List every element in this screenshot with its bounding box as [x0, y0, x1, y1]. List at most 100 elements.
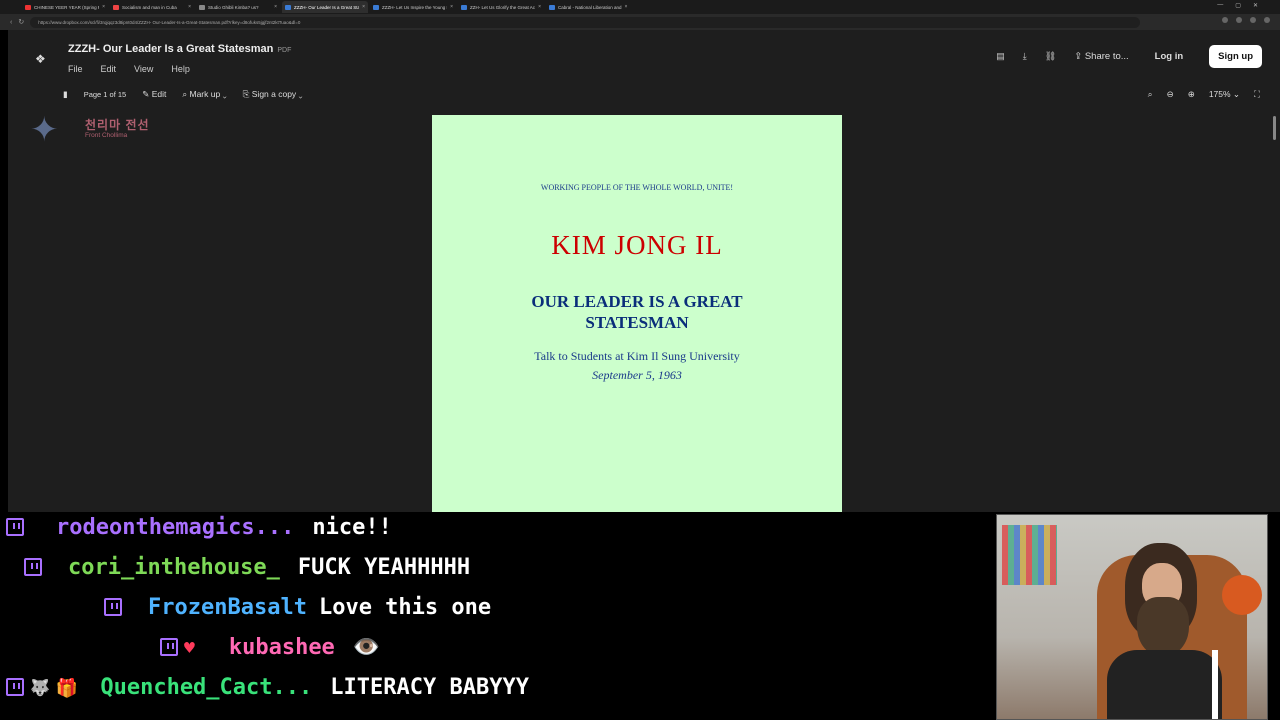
browser-tab[interactable]: Studio Ghibli Kimba? us? ×	[196, 1, 280, 13]
extension-icon[interactable]	[1264, 17, 1270, 23]
download-icon[interactable]: ⤓	[1023, 51, 1027, 62]
menu-help[interactable]: Help	[171, 64, 190, 74]
fullscreen-icon[interactable]: ⛶	[1254, 89, 1260, 100]
menu-view[interactable]: View	[134, 64, 153, 74]
tab-favicon-icon	[373, 4, 379, 10]
tab-close-icon[interactable]: ×	[538, 4, 541, 10]
gift-badge-icon: 🎁	[55, 678, 79, 699]
top-actions: ▤ ⤓ ⛓ ⇪ Share to... Log in Sign up	[996, 45, 1262, 68]
chat-username: rodeonthemagics...	[56, 514, 295, 540]
extension-icon[interactable]	[1236, 17, 1242, 23]
extension-icon[interactable]	[1250, 17, 1256, 23]
chat-message: cori_inthehouse_ FUCK YEAHHHHH	[24, 552, 470, 582]
tab-label: ZZZH- Our Leader Is a Great Statesman	[294, 4, 359, 10]
reload-icon[interactable]: ↻	[18, 18, 24, 26]
logo-sub-text: Front Chollima	[85, 132, 128, 139]
chat-username: Quenched_Cact...	[100, 674, 313, 700]
chat-username: cori_inthehouse_	[68, 554, 280, 580]
pdf-date: September 5, 1963	[592, 368, 682, 382]
zoom-level-dropdown[interactable]: 175% ⌄	[1209, 89, 1240, 100]
address-bar-row: ‹ ↻ https://www.dropbox.com/scl/fi/3rqjq…	[0, 14, 1280, 30]
pdf-subtitle: Talk to Students at Kim Il Sung Universi…	[534, 349, 740, 363]
markup-icon: ⌕	[182, 89, 190, 99]
chat-username: kubashee	[228, 634, 335, 660]
markup-label: Mark up	[189, 89, 221, 99]
document-title-text: ZZZH- Our Leader Is a Great Statesman	[68, 43, 274, 55]
back-icon[interactable]: ‹	[10, 19, 12, 26]
share-label: Share to...	[1084, 51, 1129, 62]
front-chollima-logo: ✦ 천리마 전선 Front Chollima	[30, 112, 160, 152]
tab-label: CHINESE YEER YEAR (Spring Fest	[34, 4, 99, 10]
link-icon[interactable]: ⛓	[1045, 51, 1056, 62]
tab-close-icon[interactable]: ×	[362, 4, 365, 10]
pdf-slogan: WORKING PEOPLE OF THE WHOLE WORLD, UNITE…	[540, 183, 734, 192]
browser-tab[interactable]: Socialism and man in Cuba ×	[110, 1, 194, 13]
dropbox-logo-icon[interactable]: ❖	[35, 52, 49, 66]
window-controls: — ▢ ✕	[1217, 2, 1258, 9]
tab-close-icon[interactable]: ×	[188, 4, 191, 10]
pdf-author: KIM JONG IL	[551, 230, 723, 260]
sign-label: Sign a copy	[251, 89, 297, 99]
chollima-horse-icon: ✦	[30, 111, 59, 149]
tab-close-icon[interactable]: ×	[450, 4, 453, 10]
search-icon[interactable]: ⌕	[1148, 89, 1153, 100]
zoom-controls: ⌕ ⊖ ⊕ 175% ⌄ ⛶	[1148, 89, 1260, 100]
browser-tab[interactable]: CHINESE YEER YEAR (Spring Fest×	[22, 1, 108, 13]
browser-tab[interactable]: ZZH- Let Us Glorify the Great Ach ×	[458, 1, 544, 13]
chat-text: nice!!	[312, 514, 392, 540]
page-indicator[interactable]: Page 1 of 15	[84, 90, 127, 99]
share-button[interactable]: ⇪ Share to...	[1074, 51, 1128, 62]
tab-favicon-icon	[25, 4, 31, 10]
tab-label: ZZH- Let Us Glorify the Great Ach	[470, 4, 536, 10]
tab-close-icon[interactable]: ×	[274, 4, 277, 10]
tab-favicon-icon	[199, 4, 205, 10]
chat-username: FrozenBasalt	[148, 594, 307, 620]
url-field[interactable]: https://www.dropbox.com/scl/fi/3rqjqqz3d…	[30, 16, 1140, 28]
twitch-badge-icon	[6, 518, 24, 536]
chat-message: ♥ kubashee 👁️	[160, 632, 380, 662]
minimize-icon[interactable]: —	[1217, 2, 1223, 9]
sign-dropdown[interactable]: ⎘ Sign a copy ⌄	[243, 89, 303, 100]
menu-edit[interactable]: Edit	[101, 64, 117, 74]
zoom-level: 175%	[1208, 89, 1231, 99]
browser-tab[interactable]: Cabral - National Liberation and ×	[546, 1, 630, 13]
maximize-icon[interactable]: ▢	[1235, 2, 1241, 9]
pdf-title: OUR LEADER IS A GREAT STATESMAN	[531, 292, 743, 332]
tab-close-icon[interactable]: ×	[102, 4, 105, 10]
browser-tab[interactable]: ZZZH- Let Us Inspire the Young Pe ×	[370, 1, 456, 13]
heart-badge-icon: ♥	[184, 638, 195, 659]
document-title: ZZZH- Our Leader Is a Great Statesman PDF	[68, 43, 291, 55]
streamer-beard	[1137, 597, 1189, 657]
chat-text: Love this one	[318, 594, 492, 620]
sidebar-toggle-icon[interactable]: ▮	[63, 89, 68, 100]
tab-close-icon[interactable]: ×	[625, 4, 628, 10]
menu-file[interactable]: File	[68, 64, 83, 74]
signup-button[interactable]: Sign up	[1209, 45, 1262, 68]
twitch-badge-icon	[104, 598, 122, 616]
login-button[interactable]: Log in	[1147, 46, 1192, 67]
wolf-badge-icon: 🐺	[30, 678, 50, 697]
extension-icon[interactable]	[1222, 17, 1228, 23]
logo-korean-text: 천리마 전선	[85, 118, 150, 132]
twitch-badge-icon	[160, 638, 178, 656]
bookshelf	[1002, 525, 1057, 585]
chat-emote-eye: 👁️	[352, 634, 381, 660]
file-type-badge: PDF	[277, 47, 292, 54]
zoom-in-icon[interactable]: ⊕	[1188, 89, 1195, 100]
tab-label: ZZZH- Let Us Inspire the Young Pe	[382, 4, 448, 10]
browser-tab[interactable]: ZZZH- Our Leader Is a Great Statesman×	[282, 1, 368, 13]
chevron-down-icon: ⌄	[296, 89, 303, 99]
tab-label: Cabral - National Liberation and	[558, 4, 622, 10]
comment-icon[interactable]: ▤	[996, 51, 1005, 62]
close-icon[interactable]: ✕	[1253, 2, 1258, 9]
tab-favicon-icon	[549, 4, 555, 10]
pdf-page: WORKING PEOPLE OF THE WHOLE WORLD, UNITE…	[432, 115, 842, 512]
zoom-out-icon[interactable]: ⊖	[1167, 89, 1174, 100]
pencil-icon: ✎	[142, 89, 152, 99]
edit-button[interactable]: ✎ Edit	[142, 89, 166, 100]
twitch-badge-icon	[24, 558, 42, 576]
tab-label: Studio Ghibli Kimba? us?	[208, 4, 259, 10]
chat-text: LITERACY BABYYY	[330, 674, 529, 700]
markup-dropdown[interactable]: ⌕ Mark up ⌄	[182, 89, 226, 100]
scrollbar[interactable]	[1273, 116, 1276, 140]
